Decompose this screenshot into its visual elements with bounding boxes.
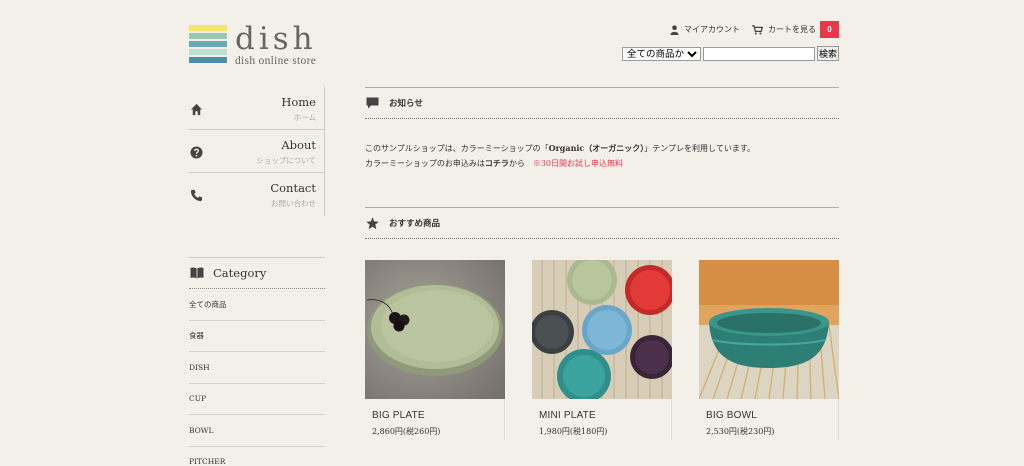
recommend-header: おすすめ商品 (365, 207, 839, 239)
category-item[interactable]: DISH (189, 352, 325, 384)
user-icon (670, 24, 679, 35)
product-card[interactable]: BIG PLATE 2,860円(税260円) (365, 260, 505, 440)
help-circle-icon (190, 146, 203, 159)
search-scope-select[interactable]: 全ての商品から (622, 46, 701, 61)
category-header: Category (189, 257, 325, 289)
product-grid: BIG PLATE 2,860円(税260円) MINI PLATE 1,980… (365, 260, 839, 440)
book-icon (190, 267, 204, 279)
search-bar: 全ての商品から 検索 (622, 46, 839, 61)
category-menu: Category 全ての商品 食器 DISH CUP BOWL PITCHER (189, 257, 325, 466)
category-title: Category (213, 266, 267, 280)
logo-title: dish (235, 21, 317, 57)
nav-home-sublabel: ホーム (293, 113, 316, 122)
category-item[interactable]: PITCHER (189, 447, 325, 466)
nav-item-contact[interactable]: Contact お問い合わせ (189, 173, 324, 216)
main-content: お知らせ このサンプルショップは、カラーミーショップの「Organic（オーガニ… (365, 87, 839, 440)
nav-item-about[interactable]: About ショップについて (189, 130, 324, 173)
category-item[interactable]: BOWL (189, 415, 325, 447)
product-image-mini-plate[interactable] (532, 260, 672, 399)
notice-title: お知らせ (389, 99, 423, 109)
speech-bubble-icon (366, 97, 379, 109)
cart-icon (752, 24, 763, 35)
logo-stripes (189, 25, 227, 65)
product-price: 2,860円(税260円) (372, 427, 441, 436)
nav-item-home[interactable]: Home ホーム (189, 87, 324, 130)
header-links: マイアカウント カートを見る 0 (658, 21, 839, 38)
nav-contact-label: Contact (270, 181, 316, 195)
product-image-big-plate[interactable] (365, 260, 505, 399)
product-name[interactable]: BIG PLATE (372, 410, 504, 421)
nav-home-label: Home (281, 95, 316, 109)
nav-about-label: About (281, 138, 316, 152)
product-name[interactable]: BIG BOWL (706, 410, 838, 421)
notice-template-name: Organic（オーガニック） (548, 143, 645, 153)
page-wrapper: dish dish online store マイアカウント カートを見る 0 … (189, 0, 839, 466)
category-item[interactable]: 全ての商品 (189, 289, 325, 321)
cart-count-badge[interactable]: 0 (820, 21, 839, 38)
site-logo[interactable]: dish dish online store (189, 21, 317, 67)
recommend-title: おすすめ商品 (389, 219, 441, 229)
product-image-big-bowl[interactable] (699, 260, 839, 399)
notice-body: このサンプルショップは、カラーミーショップの「Organic（オーガニック）」テ… (365, 119, 839, 207)
nav-about-sublabel: ショップについて (256, 156, 316, 165)
logo-subtitle: dish online store (235, 55, 317, 67)
star-icon (366, 216, 379, 229)
notice-text: このサンプルショップは、カラーミーショップの「 (365, 144, 549, 153)
category-item[interactable]: 食器 (189, 321, 325, 352)
home-icon (190, 103, 203, 116)
notice-signup-link[interactable]: コチラ (485, 158, 509, 168)
product-card[interactable]: MINI PLATE 1,980円(税180円) (532, 260, 672, 440)
product-price: 1,980円(税180円) (539, 427, 608, 436)
phone-icon (190, 189, 203, 202)
product-name[interactable]: MINI PLATE (539, 410, 671, 421)
search-button[interactable]: 検索 (817, 46, 839, 61)
side-nav: Home ホーム About ショップについて Contact お問い合わせ (189, 87, 325, 216)
nav-contact-sublabel: お問い合わせ (271, 199, 316, 208)
my-account-link[interactable]: マイアカウント (670, 24, 740, 35)
notice-header: お知らせ (365, 87, 839, 119)
product-card[interactable]: BIG BOWL 2,530円(税230円) (699, 260, 839, 440)
notice-trial-note: ※30日間お試し申込無料 (532, 159, 624, 168)
category-item[interactable]: CUP (189, 384, 325, 415)
cart-label: カートを見る (768, 25, 816, 34)
notice-text: 」テンプレを利用しています。 (644, 144, 756, 153)
product-price: 2,530円(税230円) (706, 427, 775, 436)
cart-link[interactable]: カートを見る 0 (752, 21, 839, 38)
notice-text: から (508, 159, 533, 168)
notice-text: カラーミーショップのお申込みは (365, 159, 485, 168)
search-input[interactable] (703, 46, 815, 61)
my-account-label: マイアカウント (684, 25, 740, 34)
